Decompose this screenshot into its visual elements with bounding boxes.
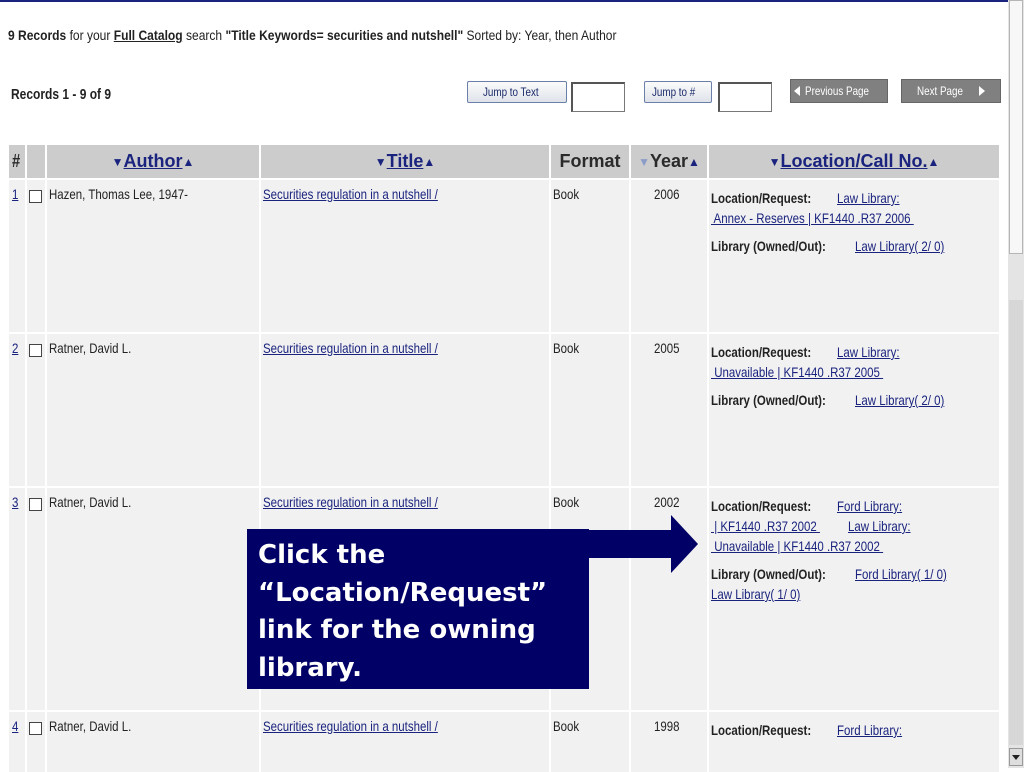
sort-desc-icon[interactable]: ▼ [375, 155, 387, 169]
jump-to-number-button[interactable]: Jump to # [644, 81, 712, 103]
header-location[interactable]: ▼ Location/Call No. ▲ [709, 145, 999, 178]
header-year[interactable]: ▼ Year ▲ [631, 145, 707, 178]
format-text: Book [553, 186, 580, 202]
location-callno-link[interactable]: Unavailable | KF1440 .R37 2005 [711, 364, 883, 380]
year-text: 2006 [654, 186, 680, 202]
callout-line: library. [258, 652, 363, 683]
record-count: 9 Records [8, 27, 67, 43]
callout-line: link for the owning [258, 615, 536, 645]
record-number-link[interactable]: 4 [12, 718, 18, 734]
author-text: Ratner, David L. [49, 340, 132, 356]
format-text: Book [553, 718, 580, 734]
scrollbar-track[interactable] [1009, 300, 1023, 745]
header-number: # [9, 145, 25, 178]
year-text: 1998 [654, 718, 680, 734]
location-sort-link[interactable]: Location/Call No. [780, 151, 927, 172]
title-link[interactable]: Securities regulation in a nutshell / [263, 718, 438, 734]
select-checkbox[interactable] [29, 722, 42, 735]
table-row: 2 Ratner, David L. Securities regulation… [9, 334, 999, 486]
owned-out-link[interactable]: Ford Library( 1/ 0) [855, 566, 947, 582]
callout-line: “Location/Request” [258, 577, 548, 608]
location-callno-link[interactable]: Annex - Reserves | KF1440 .R37 2006 [711, 210, 914, 226]
select-checkbox[interactable] [29, 344, 42, 357]
location-request-label: Location/Request: [711, 344, 812, 360]
next-page-button[interactable]: Next Page [901, 79, 1001, 103]
location-request-label: Location/Request: [711, 498, 812, 514]
location-library-link[interactable]: Ford Library: [837, 498, 902, 514]
header-title[interactable]: ▼ Title ▲ [261, 145, 549, 178]
sort-desc-icon[interactable]: ▼ [638, 155, 650, 169]
table-row: 1 Hazen, Thomas Lee, 1947- Securities re… [9, 180, 999, 332]
callout-line: Click the [258, 540, 386, 570]
table-row: 4 Ratner, David L. Securities regulation… [9, 712, 999, 772]
year-label: Year [649, 151, 689, 171]
left-arrow-icon [794, 86, 801, 96]
callout-arrow-icon [589, 530, 674, 558]
format-text: Book [553, 494, 580, 510]
title-link[interactable]: Securities regulation in a nutshell / [263, 494, 438, 510]
chevron-down-icon [1012, 754, 1020, 760]
owned-out-link[interactable]: Law Library( 1/ 0) [711, 586, 800, 602]
location-request-label: Location/Request: [711, 190, 812, 206]
year-text: 2005 [654, 340, 680, 356]
search-summary: 9 Records for your Full Catalog search "… [8, 27, 616, 43]
top-border [0, 0, 1008, 2]
header-select [27, 145, 45, 178]
location-callno-link[interactable]: Unavailable | KF1440 .R37 2002 [711, 538, 883, 554]
sort-desc-icon[interactable]: ▼ [112, 155, 124, 169]
select-checkbox[interactable] [29, 498, 42, 511]
select-checkbox[interactable] [29, 190, 42, 203]
search-query: "Title Keywords= securities and nutshell… [225, 27, 464, 43]
full-catalog-link[interactable]: Full Catalog [114, 27, 183, 43]
format-text: Book [553, 340, 580, 356]
record-number-link[interactable]: 2 [12, 340, 18, 356]
callout-arrowhead-icon [671, 515, 698, 573]
jump-to-text-input[interactable] [571, 82, 625, 112]
owned-out-label: Library (Owned/Out): [711, 566, 826, 582]
record-number-link[interactable]: 3 [12, 494, 18, 510]
location-library-link[interactable]: Ford Library: [837, 722, 902, 738]
author-text: Hazen, Thomas Lee, 1947- [49, 186, 188, 202]
year-text: 2002 [654, 494, 680, 510]
owned-out-link[interactable]: Law Library( 2/ 0) [855, 238, 944, 254]
sort-asc-icon[interactable]: ▲ [182, 155, 194, 169]
sort-desc-icon[interactable]: ▼ [769, 155, 781, 169]
summary-search-text: search [185, 27, 223, 43]
title-link[interactable]: Securities regulation in a nutshell / [263, 340, 438, 356]
record-number-link[interactable]: 1 [12, 186, 18, 202]
author-text: Ratner, David L. [49, 494, 132, 510]
owned-out-label: Library (Owned/Out): [711, 238, 826, 254]
sort-info: Sorted by: Year, then Author [466, 27, 617, 43]
owned-out-label: Library (Owned/Out): [711, 392, 826, 408]
previous-page-button[interactable]: Previous Page [790, 79, 888, 103]
sort-asc-icon[interactable]: ▲ [423, 155, 435, 169]
scrollbar-thumb[interactable] [1009, 0, 1023, 254]
jump-to-text-button[interactable]: Jump to Text [467, 81, 567, 103]
scroll-down-button[interactable] [1009, 748, 1023, 766]
records-range: Records 1 - 9 of 9 [11, 86, 112, 103]
location-callno-link[interactable]: | KF1440 .R37 2002 [711, 518, 820, 534]
author-sort-link[interactable]: Author [124, 151, 183, 172]
instruction-callout: Click the “Location/Request” link for th… [247, 529, 589, 689]
location-request-label: Location/Request: [711, 722, 812, 738]
owned-out-link[interactable]: Law Library( 2/ 0) [855, 392, 944, 408]
author-text: Ratner, David L. [49, 718, 132, 734]
jump-to-number-input[interactable] [718, 82, 772, 112]
header-author[interactable]: ▼ Author ▲ [47, 145, 259, 178]
header-format: Format [551, 145, 629, 178]
location-library-link[interactable]: Law Library: [848, 518, 911, 534]
location-library-link[interactable]: Law Library: [837, 190, 900, 206]
right-arrow-icon [978, 86, 985, 96]
sort-asc-icon[interactable]: ▲ [688, 155, 700, 169]
title-link[interactable]: Securities regulation in a nutshell / [263, 186, 438, 202]
summary-text: for your [69, 27, 111, 43]
location-library-link[interactable]: Law Library: [837, 344, 900, 360]
title-sort-link[interactable]: Title [387, 151, 424, 172]
sort-asc-icon[interactable]: ▲ [928, 155, 940, 169]
